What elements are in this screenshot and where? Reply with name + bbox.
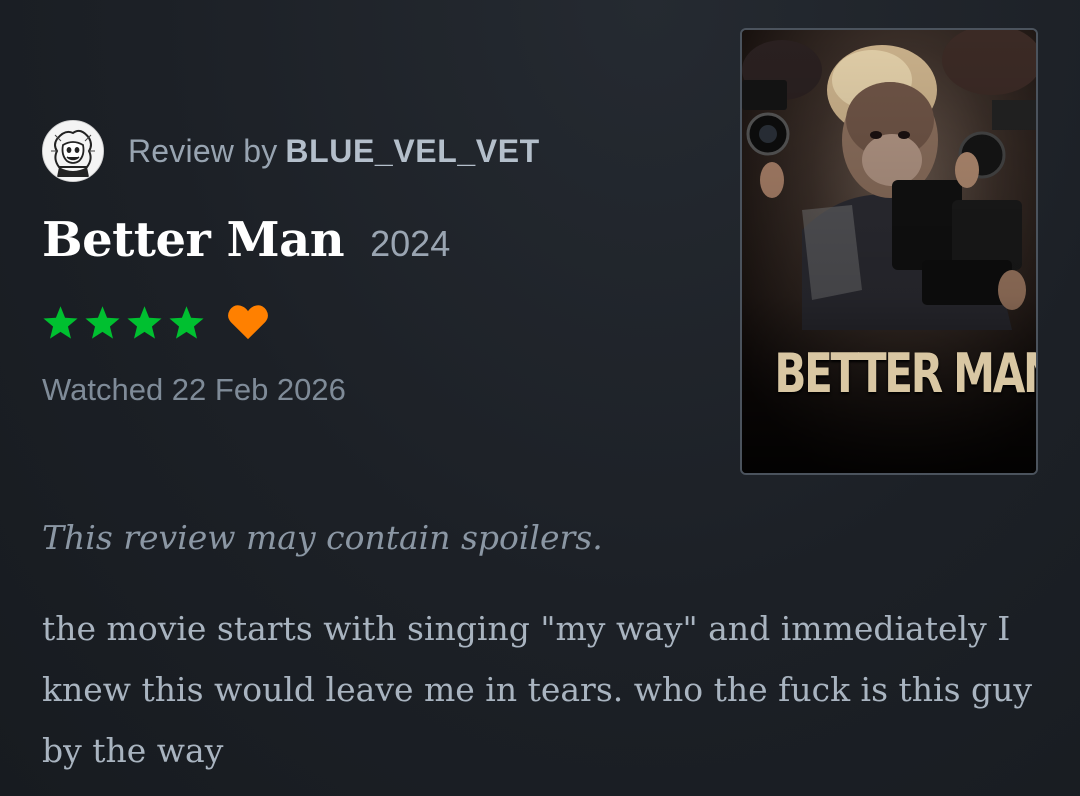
film-poster-image bbox=[742, 30, 1036, 473]
film-title-link[interactable]: Better Man bbox=[42, 212, 345, 268]
star-rating bbox=[42, 305, 205, 340]
heart-liked-icon bbox=[228, 305, 268, 340]
review-by-prefix: Review by bbox=[128, 132, 278, 169]
reviewer-avatar[interactable] bbox=[42, 120, 104, 182]
star-icon bbox=[127, 305, 162, 339]
star-icon bbox=[43, 305, 78, 339]
reviewer-header: Review by BLUE_VEL_VET bbox=[42, 120, 540, 182]
cartoon-character-avatar-icon bbox=[43, 121, 103, 181]
reviewer-username-link[interactable]: BLUE_VEL_VET bbox=[285, 133, 539, 169]
rating-row bbox=[42, 298, 269, 346]
poster-title-text: BETTER MAN bbox=[774, 342, 1038, 405]
film-title-row: Better Man 2024 bbox=[42, 212, 450, 268]
film-poster[interactable]: BETTER MAN bbox=[740, 28, 1038, 475]
spoiler-warning: This review may contain spoilers. bbox=[42, 518, 603, 557]
film-year-link[interactable]: 2024 bbox=[370, 223, 450, 265]
review-by-line: Review by BLUE_VEL_VET bbox=[128, 133, 540, 170]
star-icon bbox=[85, 305, 120, 339]
star-icon bbox=[169, 305, 204, 339]
review-body-text: the movie starts with singing "my way" a… bbox=[42, 609, 1033, 770]
watched-date: Watched 22 Feb 2026 bbox=[42, 372, 346, 407]
